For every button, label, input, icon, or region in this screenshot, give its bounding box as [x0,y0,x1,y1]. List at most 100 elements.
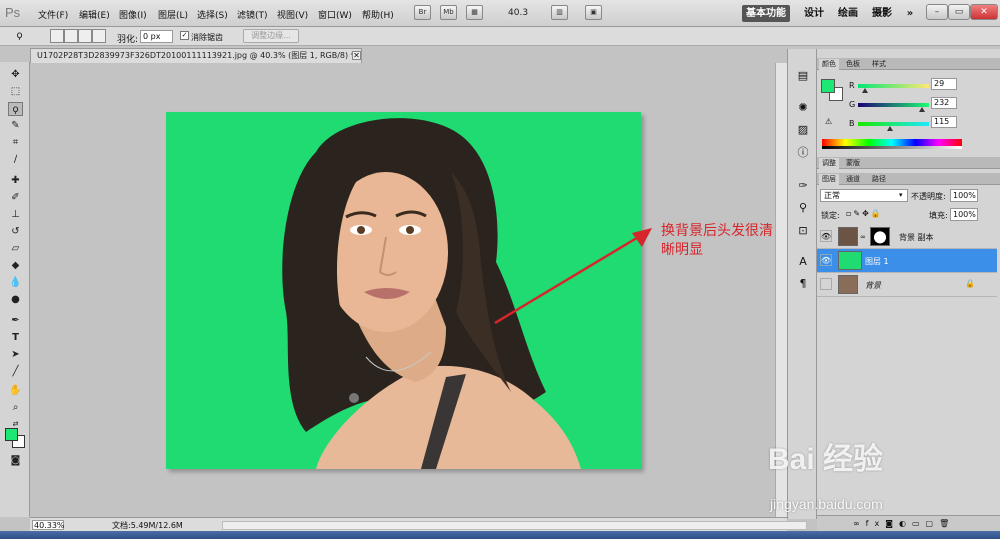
gamut-warning-icon[interactable]: ⚠ [825,117,832,126]
lock-icons[interactable]: ▫✎✥🔒 [846,209,883,218]
color-spectrum[interactable] [822,139,962,149]
paragraph-panel-icon[interactable]: ¶ [796,277,810,291]
channel-b-caret[interactable] [887,126,893,131]
eye-icon[interactable]: 👁 [820,230,832,242]
tab-color[interactable]: 颜色 [819,59,839,70]
tab-adjustments[interactable]: 调整 [819,158,839,169]
view-extras-icon[interactable]: ▦ [466,5,483,20]
dodge-tool-icon[interactable]: ● [8,293,23,307]
path-select-icon[interactable]: ➤ [8,348,23,362]
healing-tool-icon[interactable]: ✚ [8,174,23,188]
move-tool-icon[interactable]: ✥ [8,68,23,82]
channel-b-slider[interactable] [858,122,929,126]
menu-filter[interactable]: 滤镜(T) [237,8,268,21]
menu-file[interactable]: 文件(F) [38,8,68,21]
marquee-tool-icon[interactable]: ⬚ [8,85,23,99]
clone-source-icon[interactable]: ⚲ [796,201,810,215]
layer-row[interactable]: 背景 🔒 [817,273,997,297]
histogram-panel-icon[interactable]: ▨ [796,123,810,137]
antialias-checkbox[interactable]: ✓ [180,31,189,40]
status-doc-size[interactable]: 文档:5.49M/12.6M [112,520,183,531]
new-layer-icon[interactable]: ▢ [926,519,940,528]
pen-tool-icon[interactable]: ✒ [8,314,23,328]
link-layers-icon[interactable]: ∞ [853,519,866,528]
group-icon[interactable]: ▭ [912,519,926,528]
channel-r-caret[interactable] [862,88,868,93]
menu-view[interactable]: 视图(V) [277,8,308,21]
info-panel-icon[interactable]: ⓘ [796,146,810,160]
workspace-basic[interactable]: 基本功能 [742,5,790,22]
fill-input[interactable]: 100% [950,208,978,221]
eye-icon[interactable] [820,278,832,290]
channel-g-caret[interactable] [919,107,925,112]
bridge-icon[interactable]: Br [414,5,431,20]
menu-edit[interactable]: 编辑(E) [79,8,110,21]
fx-icon[interactable]: fx [866,519,886,528]
foreground-color[interactable] [821,79,835,93]
chain-icon[interactable]: ∞ [860,233,866,241]
tab-styles[interactable]: 样式 [869,59,889,70]
character-panel-icon[interactable]: A [796,255,810,269]
brush-tool-icon[interactable]: ✐ [8,191,23,205]
history-brush-icon[interactable]: ↺ [8,225,23,239]
opacity-input[interactable]: 100% [950,189,978,202]
chevron-down-icon[interactable]: ▾ [899,191,903,199]
zoom-tool-icon[interactable]: ⌕ [8,401,23,415]
menu-help[interactable]: 帮助(H) [362,8,394,21]
close-icon[interactable]: ✕ [970,4,998,20]
menu-window[interactable]: 窗口(W) [318,8,352,21]
mask-thumbnail[interactable] [870,227,890,246]
tab-swatches[interactable]: 色板 [843,59,863,70]
status-zoom[interactable]: 40.33% [32,520,65,530]
quick-select-tool-icon[interactable]: ✎ [8,119,23,133]
lasso-preset-icon[interactable]: ϙ [12,29,27,43]
restore-icon[interactable]: ▭ [948,4,970,20]
document-tab[interactable]: U1702P28T3D2839973F326DT20100111113921.j… [30,48,362,63]
channel-g-value[interactable]: 232 [931,97,957,109]
horizontal-scrollbar[interactable] [222,521,807,530]
gradient-tool-icon[interactable]: ◆ [8,259,23,273]
menu-select[interactable]: 选择(S) [197,8,228,21]
new-selection-icon[interactable] [50,29,64,43]
crop-tool-icon[interactable]: ⌗ [8,136,23,150]
minimize-icon[interactable]: – [926,4,948,20]
navigator-panel-icon[interactable]: ✺ [796,101,810,115]
tab-layers[interactable]: 图层 [819,174,839,185]
layer-row[interactable]: 👁 图层 1 [817,249,997,273]
layer-row[interactable]: 👁 ∞ 背景 副本 [817,225,997,249]
close-document-icon[interactable]: ✕ [352,51,361,60]
feather-input[interactable]: 0 px [140,30,173,43]
mini-bridge-icon[interactable]: Mb [440,5,457,20]
channel-b-value[interactable]: 115 [931,116,957,128]
workspace-painting[interactable]: 绘画 [837,5,859,22]
trash-icon[interactable]: 🗑 [939,519,955,528]
blend-mode-select[interactable]: 正常 [820,189,908,202]
lasso-tool-icon[interactable]: ϙ [8,102,23,116]
hand-tool-icon[interactable]: ✋ [8,384,23,398]
workspace-design[interactable]: 设计 [803,5,825,22]
tool-presets-icon[interactable]: ⊡ [796,224,810,238]
more-workspaces-icon[interactable]: » [902,5,918,22]
subtract-selection-icon[interactable] [78,29,92,43]
tab-paths[interactable]: 路径 [869,174,889,185]
history-panel-icon[interactable]: ▤ [796,69,810,83]
type-tool-icon[interactable]: T [8,331,23,345]
add-mask-icon[interactable]: ◙ [885,519,899,528]
adjustment-icon[interactable]: ◐ [899,519,912,528]
tab-masks[interactable]: 蒙版 [843,158,863,169]
screen-mode-icon[interactable]: ▣ [585,5,602,20]
line-tool-icon[interactable]: ╱ [8,365,23,379]
blur-tool-icon[interactable]: 💧 [8,276,23,290]
menu-layer[interactable]: 图层(L) [158,8,188,21]
menu-image[interactable]: 图像(I) [119,8,147,21]
workspace-photography[interactable]: 摄影 [871,5,893,22]
quick-mask-icon[interactable]: ◙ [8,454,23,468]
eye-icon[interactable]: 👁 [820,254,832,266]
eraser-tool-icon[interactable]: ▱ [8,242,23,256]
add-selection-icon[interactable] [64,29,78,43]
eyedropper-tool-icon[interactable]: ∕ [8,153,23,167]
foreground-color-swatch[interactable] [5,428,18,441]
brush-panel-icon[interactable]: ✑ [796,179,810,193]
refine-edge-button[interactable]: 调整边缘... [243,29,299,43]
channel-r-slider[interactable] [858,84,929,88]
